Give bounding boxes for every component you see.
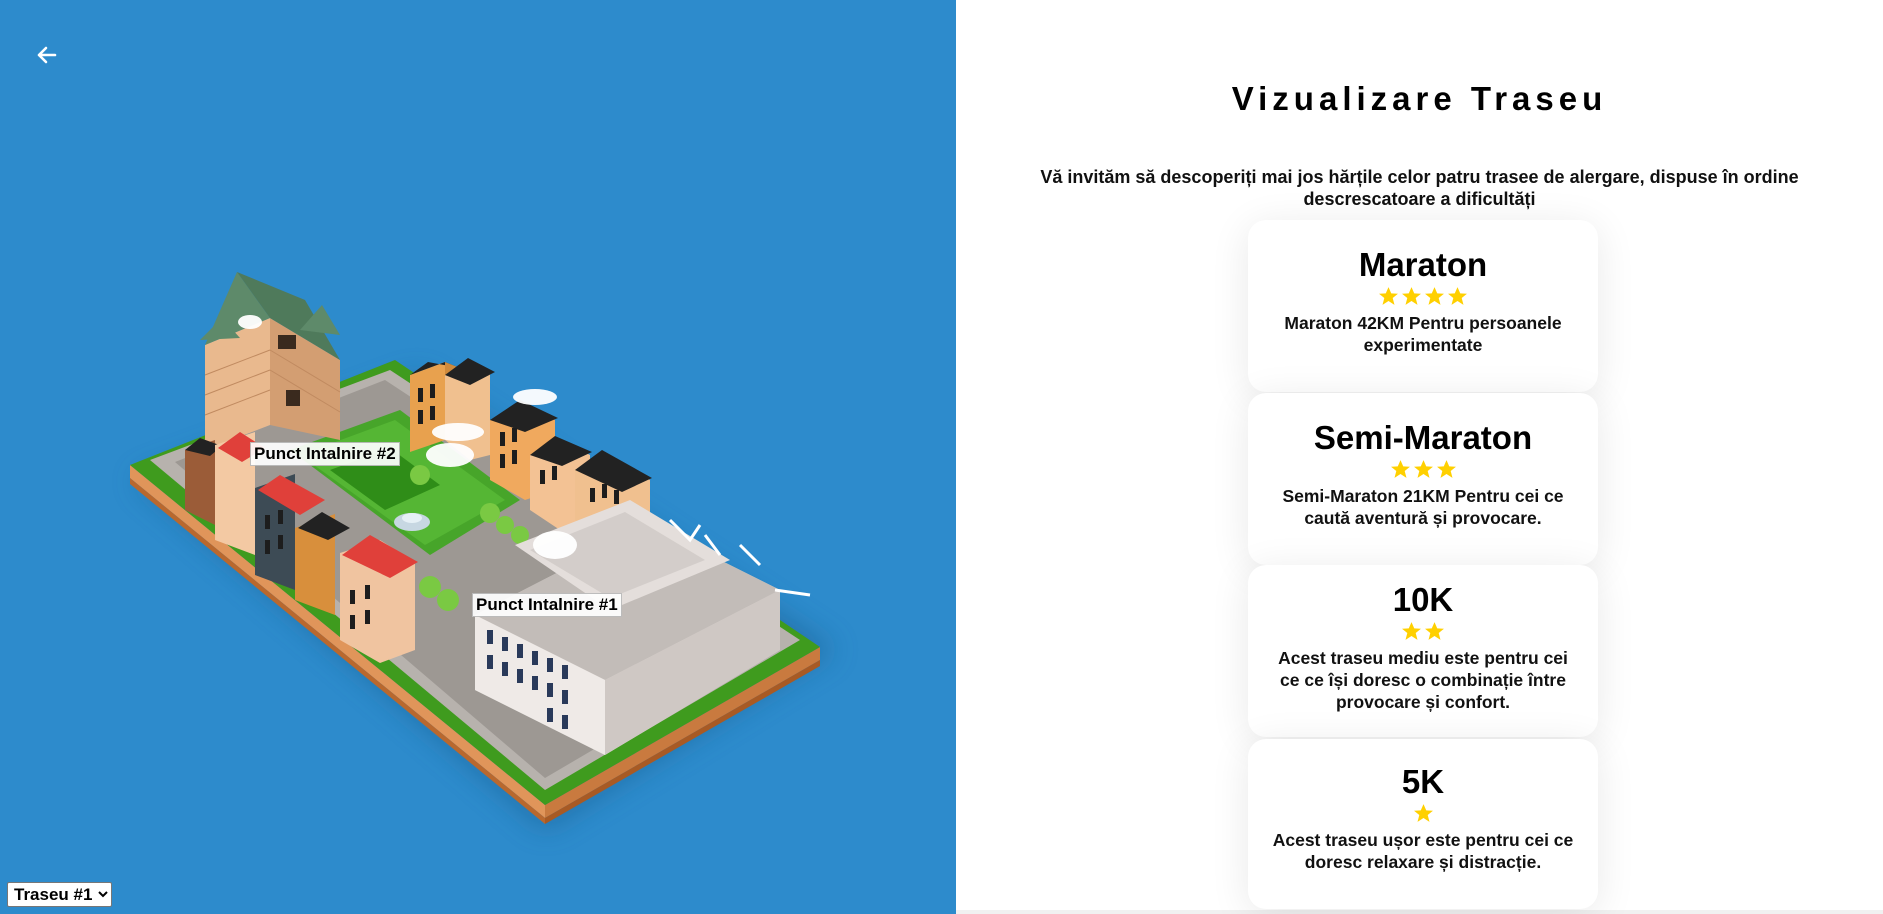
route-difficulty-stars [1248,621,1598,641]
city-3d-map[interactable] [0,0,956,914]
arrow-left-icon [37,46,57,64]
route-description: Acest traseu mediu este pentru cei ce ce… [1278,648,1568,712]
info-panel: Vizualizare Traseu Vă invităm să descope… [956,0,1883,910]
star-icon [1413,804,1433,822]
star-icon [1413,460,1433,478]
star-icon [1402,622,1421,640]
star-icon [1425,287,1444,305]
meeting-point-2-label[interactable]: Punct Intalnire #2 [250,442,400,466]
route-title: Maraton [1358,246,1488,283]
route-description: Acest traseu ușor este pentru cei ce dor… [1272,830,1574,872]
route-card-semi-maraton[interactable]: Semi-Maraton Semi-Maraton 21KM Pentru ce… [1248,393,1598,565]
route-card-10k[interactable]: 10K Acest traseu mediu este pentru cei c… [1248,565,1598,737]
route-difficulty-stars [1248,803,1598,823]
route-difficulty-stars [1248,286,1598,306]
route-description: Semi-Maraton 21KM Pentru cei ce caută av… [1282,486,1564,528]
route-select[interactable]: Traseu #1 [7,882,112,907]
star-icon [1379,287,1398,305]
page-title: Vizualizare Traseu [1231,80,1608,117]
star-icon [1390,460,1410,478]
star-icon [1436,460,1456,478]
star-icon [1425,622,1444,640]
route-title: 5K [1401,763,1445,800]
route-card-5k[interactable]: 5K Acest traseu ușor este pentru cei ce … [1248,739,1598,909]
star-icon [1402,287,1421,305]
route-title: 10K [1392,581,1454,618]
route-card-maraton[interactable]: Maraton Maraton 42KM Pentru persoanele e… [1248,220,1598,392]
map-panel[interactable]: Punct Intalnire #2 Punct Intalnire #1 Tr… [0,0,956,914]
star-icon [1448,287,1467,305]
route-difficulty-stars [1248,459,1598,479]
route-title: Semi-Maraton [1313,419,1533,456]
back-button[interactable] [32,40,62,70]
route-description: Maraton 42KM Pentru persoanele experimen… [1284,313,1562,355]
intro-text: Vă invităm să descoperiți mai jos hărțil… [1040,167,1799,209]
meeting-point-1-label[interactable]: Punct Intalnire #1 [472,593,622,617]
